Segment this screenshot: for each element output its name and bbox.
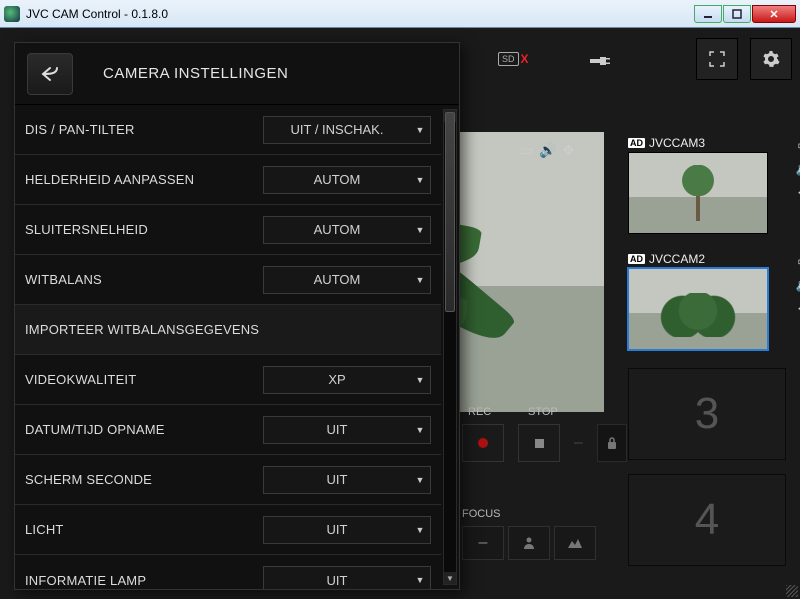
cam-name: JVCCAM2 — [649, 252, 705, 266]
app-icon — [4, 6, 20, 22]
settings-scrollbar[interactable]: ▲ ▼ — [443, 109, 457, 585]
move-icon: ✥ — [794, 300, 800, 318]
move-icon: ✥ — [794, 184, 800, 202]
setting-row-helderheid: HELDERHEID AANPASSEN AUTOM▼ — [15, 155, 441, 205]
fullscreen-button[interactable] — [696, 38, 738, 80]
rec-label: REC — [468, 406, 491, 418]
dropdown-schermseconde[interactable]: UIT▼ — [263, 466, 431, 494]
speaker-icon: 🔊 — [539, 142, 556, 159]
settings-list: DIS / PAN-TILTER UIT / INSCHAK.▼ HELDERH… — [15, 105, 441, 589]
speaker-icon: 🔊 — [794, 160, 800, 178]
dropdown-helderheid[interactable]: AUTOM▼ — [263, 166, 431, 194]
record-controls: REC STOP – — [462, 424, 627, 462]
settings-gear-button[interactable] — [750, 38, 792, 80]
dropdown-sluitersnelheid[interactable]: AUTOM▼ — [263, 216, 431, 244]
chevron-down-icon: ▼ — [410, 275, 430, 285]
camera-tile[interactable]: AD JVCCAM3 ▭ 🔊 ✥ — [628, 136, 790, 234]
chevron-down-icon: ▼ — [410, 375, 430, 385]
lock-button[interactable] — [597, 424, 627, 462]
scroll-thumb[interactable] — [445, 112, 455, 312]
setting-row-sluitersnelheid: SLUITERSNELHEID AUTOM▼ — [15, 205, 441, 255]
cam-badge: AD — [628, 254, 645, 264]
camera-tile[interactable]: AD JVCCAM2 ▭ 🔊 ✥ — [628, 252, 790, 350]
setting-row-videokwaliteit: VIDEOKWALITEIT XP▼ — [15, 355, 441, 405]
chevron-down-icon: ▼ — [410, 125, 430, 135]
cam-badge: AD — [628, 138, 645, 148]
dropdown-informatielamp[interactable]: UIT▼ — [263, 566, 431, 589]
film-icon: ▭ — [794, 252, 800, 270]
setting-row-witbalans: WITBALANS AUTOM▼ — [15, 255, 441, 305]
window-close-button[interactable] — [752, 5, 796, 23]
camera-thumbnail[interactable] — [628, 268, 768, 350]
record-button[interactable] — [462, 424, 504, 462]
focus-minus-button[interactable]: – — [462, 526, 504, 560]
chevron-down-icon: ▼ — [410, 525, 430, 535]
stop-button[interactable] — [518, 424, 560, 462]
scroll-down-arrow[interactable]: ▼ — [444, 572, 456, 584]
window-titlebar: JVC CAM Control - 0.1.8.0 — [0, 0, 800, 28]
dropdown-witbalans[interactable]: AUTOM▼ — [263, 266, 431, 294]
cam-name: JVCCAM3 — [649, 136, 705, 150]
chevron-down-icon: ▼ — [410, 475, 430, 485]
dropdown-videokwaliteit[interactable]: XP▼ — [263, 366, 431, 394]
dropdown-dis-pan-tilter[interactable]: UIT / INSCHAK.▼ — [263, 116, 431, 144]
setting-row-import-witbalans[interactable]: IMPORTEER WITBALANSGEGEVENS — [15, 305, 441, 355]
chevron-down-icon: ▼ — [410, 575, 430, 585]
preview-overlay-icons: ▭ 🔊 ✥ — [520, 142, 574, 159]
setting-row-informatielamp: INFORMATIE LAMP UIT▼ — [15, 555, 441, 589]
setting-row-schermseconde: SCHERM SECONDE UIT▼ — [15, 455, 441, 505]
focus-label: FOCUS — [462, 508, 596, 520]
chevron-down-icon: ▼ — [410, 225, 430, 235]
back-button[interactable] — [27, 53, 73, 95]
dropdown-licht[interactable]: UIT▼ — [263, 516, 431, 544]
camera-thumbnail[interactable] — [628, 152, 768, 234]
setting-row-licht: LICHT UIT▼ — [15, 505, 441, 555]
film-icon: ▭ — [794, 136, 800, 154]
camera-slot-3[interactable]: 3 — [628, 368, 786, 460]
window-maximize-button[interactable] — [723, 5, 751, 23]
window-title: JVC CAM Control - 0.1.8.0 — [26, 7, 693, 21]
panel-title: CAMERA INSTELLINGEN — [103, 65, 288, 82]
speaker-icon: 🔊 — [794, 276, 800, 294]
camera-slot-4[interactable]: 4 — [628, 474, 786, 566]
camera-settings-panel: CAMERA INSTELLINGEN DIS / PAN-TILTER UIT… — [14, 42, 460, 590]
move-icon: ✥ — [563, 142, 575, 159]
setting-row-datumtijd: DATUM/TIJD OPNAME UIT▼ — [15, 405, 441, 455]
dropdown-datumtijd[interactable]: UIT▼ — [263, 416, 431, 444]
chevron-down-icon: ▼ — [410, 425, 430, 435]
resize-grip[interactable] — [786, 585, 798, 597]
app-body: SD X ▭ 🔊 ✥ REC STOP – FOCUS – — [0, 28, 800, 599]
focus-person-button[interactable] — [508, 526, 550, 560]
setting-row-dis-pan-tilter: DIS / PAN-TILTER UIT / INSCHAK.▼ — [15, 105, 441, 155]
focus-controls: FOCUS – — [462, 508, 596, 560]
film-icon: ▭ — [520, 142, 533, 159]
chevron-down-icon: ▼ — [410, 175, 430, 185]
camera-list: AD JVCCAM3 ▭ 🔊 ✥ AD JVCCAM2 ▭ 🔊 — [628, 136, 790, 580]
focus-mountain-button[interactable] — [554, 526, 596, 560]
window-minimize-button[interactable] — [694, 5, 722, 23]
stop-label: STOP — [528, 406, 558, 418]
